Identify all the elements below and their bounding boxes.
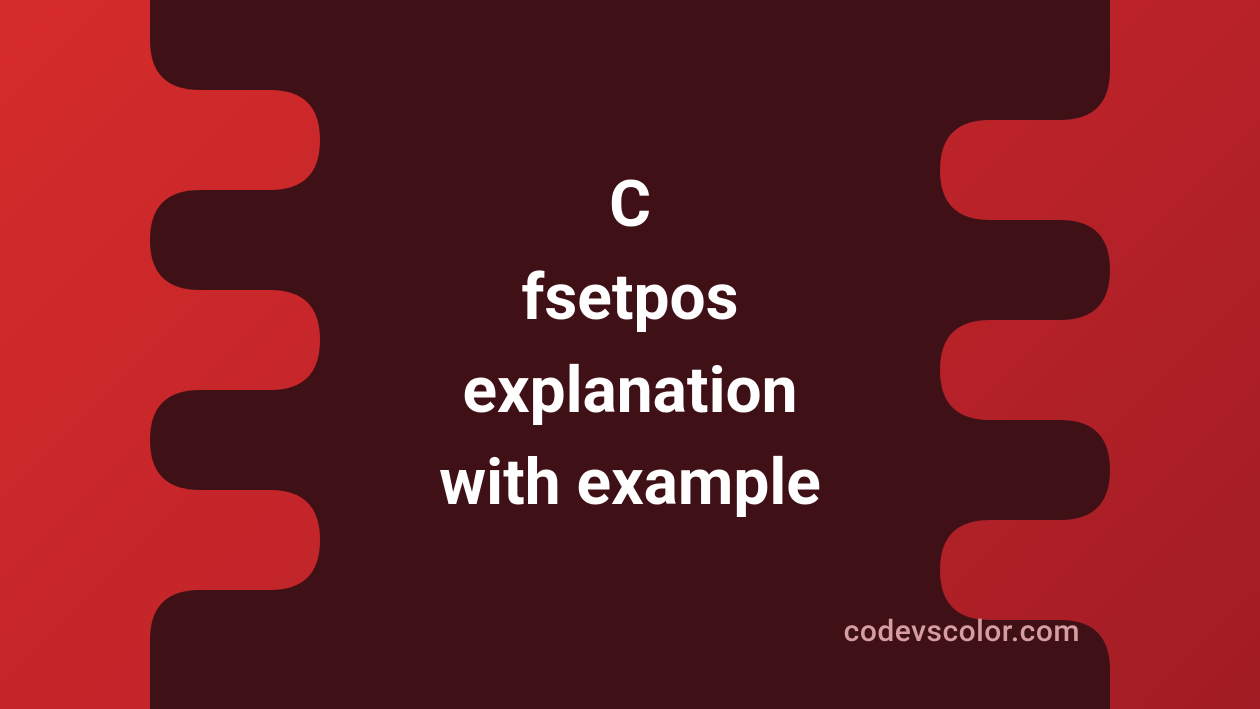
banner-container: C fsetpos explanation with example codev… [0, 0, 1260, 709]
title-line-2: fsetpos [439, 252, 821, 345]
title-line-3: explanation [439, 345, 821, 438]
title-line-4: with example [439, 437, 821, 530]
title-line-1: C [439, 159, 821, 252]
watermark-text: codevscolor.com [844, 614, 1080, 649]
banner-title: C fsetpos explanation with example [439, 159, 821, 530]
